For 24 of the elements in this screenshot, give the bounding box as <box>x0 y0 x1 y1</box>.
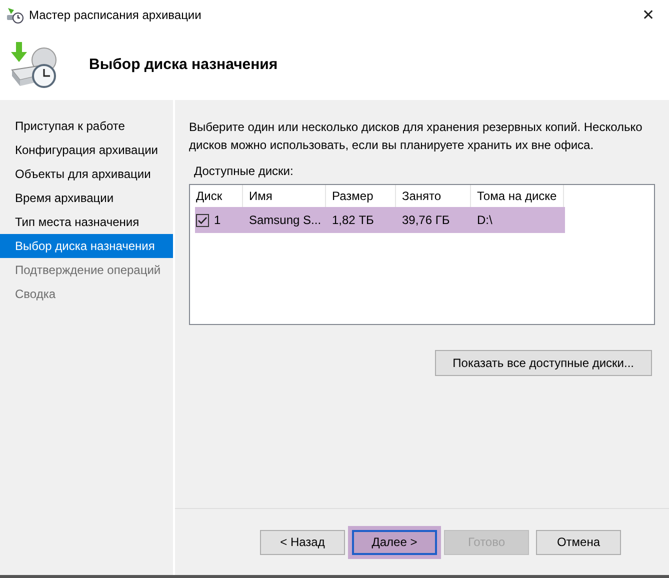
description-text: Выберите один или несколько дисков для хранения резервных копий. Несколько дисков можно использовать, если вы планируете хранить их вне офиса. <box>189 119 644 154</box>
close-button[interactable]: ✕ <box>642 8 655 22</box>
table-cell-text: 1,82 ТБ <box>332 212 374 229</box>
disks-list[interactable]: Диск Имя Размер Занято Тома на диске 1 Samsung S... 1,82 ТБ 39,76 ГБ D:\ <box>189 184 655 325</box>
page-heading: Выбор диска назначения <box>89 54 278 75</box>
sidebar-item[interactable]: Конфигурация архивации <box>0 138 173 162</box>
table-cell-text: 1 <box>214 212 221 229</box>
sidebar-item[interactable]: Выбор диска назначения <box>0 234 173 258</box>
disks-label: Доступные диски: <box>194 163 294 180</box>
table-cell-text: 39,76 ГБ <box>402 212 450 229</box>
table-cell-text: D:\ <box>477 212 492 229</box>
sidebar-item[interactable]: Объекты для архивации <box>0 162 173 186</box>
show-all-disks-button[interactable]: Показать все доступные диски... <box>434 350 652 376</box>
sidebar-item[interactable]: Тип места назначения <box>0 210 173 234</box>
wizard-button[interactable]: Отмена <box>536 530 621 554</box>
window-title: Мастер расписания архивации <box>29 7 202 24</box>
wizard-button[interactable]: < Назад <box>260 530 345 554</box>
backup-clock-icon <box>6 6 24 24</box>
backup-drive-icon <box>8 40 58 90</box>
sidebar-item[interactable]: Время архивации <box>0 186 173 210</box>
checkbox[interactable] <box>196 214 209 226</box>
table-cell-text: Samsung S... <box>249 212 322 229</box>
sidebar-item[interactable]: Приступая к работе <box>0 114 173 138</box>
highlighted-row[interactable]: 1 Samsung S... 1,82 ТБ 39,76 ГБ D:\ <box>195 207 565 233</box>
